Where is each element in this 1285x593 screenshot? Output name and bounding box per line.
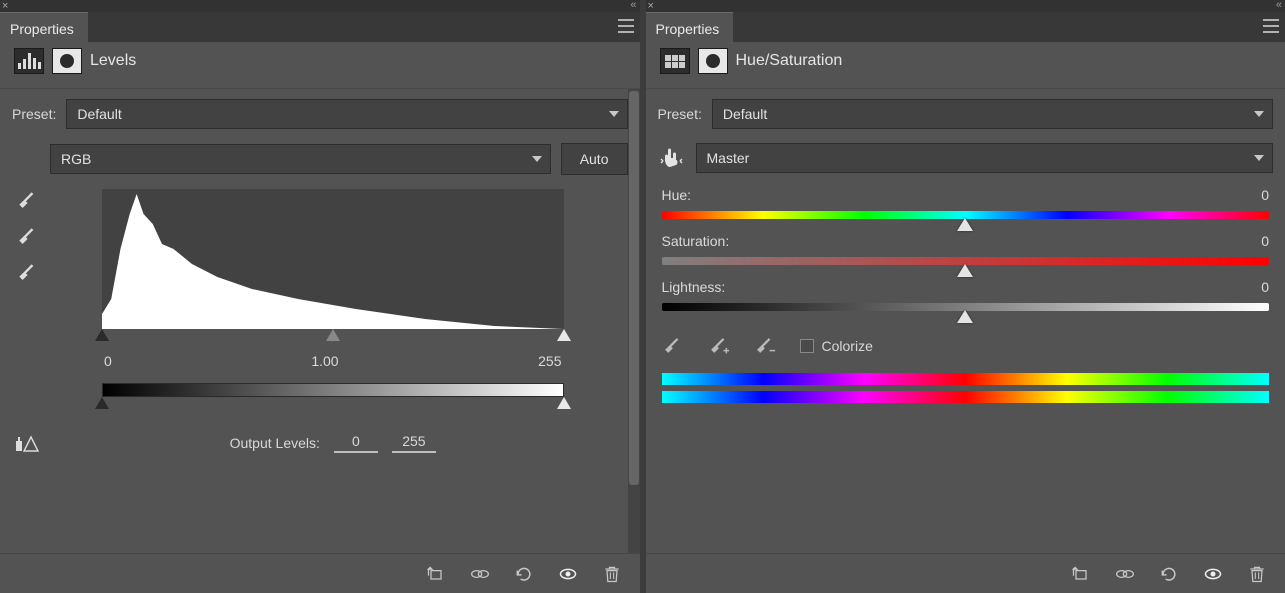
edit-select[interactable]: Master bbox=[696, 143, 1274, 173]
input-black-value[interactable]: 0 bbox=[104, 353, 112, 369]
preset-value: Default bbox=[723, 106, 767, 122]
tab-label: Properties bbox=[656, 21, 720, 37]
visibility-icon[interactable] bbox=[1201, 562, 1225, 586]
panel-topbar: × « bbox=[0, 0, 640, 12]
collapse-icon[interactable]: « bbox=[1276, 0, 1279, 11]
panel-menu-icon[interactable] bbox=[1261, 18, 1281, 34]
auto-button[interactable]: Auto bbox=[561, 143, 628, 175]
lightness-handle[interactable] bbox=[957, 310, 973, 323]
input-white-value[interactable]: 255 bbox=[538, 353, 561, 369]
output-white-handle[interactable] bbox=[557, 397, 571, 409]
lightness-slider[interactable] bbox=[662, 303, 1270, 311]
input-gamma-value[interactable]: 1.00 bbox=[311, 353, 338, 369]
panel-menu-icon[interactable] bbox=[616, 18, 636, 34]
chevron-down-icon bbox=[609, 111, 619, 117]
hue-bar-bottom[interactable] bbox=[662, 391, 1270, 403]
chevron-down-icon bbox=[532, 156, 542, 162]
clip-warning-icon[interactable] bbox=[14, 435, 40, 453]
close-icon[interactable]: × bbox=[2, 1, 8, 12]
input-slider[interactable] bbox=[102, 329, 564, 347]
eyedropper-subtract-icon[interactable] bbox=[754, 335, 776, 357]
eyedropper-white-icon[interactable] bbox=[16, 261, 38, 283]
eyedropper-icon[interactable] bbox=[662, 335, 684, 357]
reset-icon[interactable] bbox=[1157, 562, 1181, 586]
output-slider[interactable] bbox=[102, 397, 564, 415]
saturation-handle[interactable] bbox=[957, 264, 973, 277]
panel-footer bbox=[646, 553, 1285, 593]
preset-select[interactable]: Default bbox=[66, 99, 627, 129]
output-gradient bbox=[102, 383, 564, 397]
clip-to-layer-icon[interactable] bbox=[424, 562, 448, 586]
input-gamma-handle[interactable] bbox=[326, 329, 340, 341]
hue-handle[interactable] bbox=[957, 218, 973, 231]
preset-label: Preset: bbox=[658, 106, 702, 122]
colorize-checkbox[interactable] bbox=[800, 339, 814, 353]
hue-saturation-panel: × « Properties Hue/Saturation Preset: De… bbox=[646, 0, 1285, 593]
hue-value[interactable]: 0 bbox=[1261, 187, 1269, 203]
adjustment-title: Hue/Saturation bbox=[736, 52, 843, 70]
panel-body: Preset: Default Master Hue: 0 bbox=[646, 89, 1285, 553]
color-range-bars bbox=[658, 373, 1274, 403]
preset-label: Preset: bbox=[12, 106, 56, 122]
hue-slider[interactable] bbox=[662, 211, 1270, 219]
output-white-value[interactable]: 255 bbox=[392, 433, 436, 453]
hue-saturation-adjustment-icon bbox=[660, 48, 690, 74]
tab-bar: Properties bbox=[0, 12, 640, 42]
chevron-down-icon bbox=[1254, 155, 1264, 161]
collapse-icon[interactable]: « bbox=[630, 0, 633, 11]
panel-body: Preset: Default RGB Auto bbox=[0, 89, 640, 553]
layer-mask-icon[interactable] bbox=[698, 48, 728, 74]
eyedropper-black-icon[interactable] bbox=[16, 189, 38, 211]
colorize-label: Colorize bbox=[822, 338, 873, 354]
channel-value: RGB bbox=[61, 151, 91, 167]
adjustment-title: Levels bbox=[90, 52, 136, 70]
output-black-value[interactable]: 0 bbox=[334, 433, 378, 453]
hue-label: Hue: bbox=[662, 187, 692, 203]
scrollbar[interactable] bbox=[628, 89, 640, 553]
input-white-handle[interactable] bbox=[557, 329, 571, 341]
levels-panel: × « Properties Levels Preset: Default bbox=[0, 0, 640, 593]
input-black-handle[interactable] bbox=[95, 329, 109, 341]
tab-properties[interactable]: Properties bbox=[646, 12, 734, 42]
panel-footer bbox=[0, 553, 640, 593]
saturation-slider[interactable] bbox=[662, 257, 1270, 265]
targeted-adjustment-icon[interactable] bbox=[658, 144, 686, 172]
visibility-icon[interactable] bbox=[556, 562, 580, 586]
panel-topbar: × « bbox=[646, 0, 1285, 12]
tab-label: Properties bbox=[10, 21, 74, 37]
preset-value: Default bbox=[77, 106, 121, 122]
histogram bbox=[102, 189, 564, 329]
output-black-handle[interactable] bbox=[95, 397, 109, 409]
reset-icon[interactable] bbox=[512, 562, 536, 586]
saturation-label: Saturation: bbox=[662, 233, 730, 249]
delete-icon[interactable] bbox=[1245, 562, 1269, 586]
edit-value: Master bbox=[707, 150, 750, 166]
levels-adjustment-icon bbox=[14, 48, 44, 74]
tab-properties[interactable]: Properties bbox=[0, 12, 88, 42]
clip-to-layer-icon[interactable] bbox=[1069, 562, 1093, 586]
chevron-down-icon bbox=[1254, 111, 1264, 117]
lightness-label: Lightness: bbox=[662, 279, 726, 295]
eyedropper-add-icon[interactable] bbox=[708, 335, 730, 357]
close-icon[interactable]: × bbox=[648, 1, 654, 12]
preset-select[interactable]: Default bbox=[712, 99, 1273, 129]
view-previous-icon[interactable] bbox=[1113, 562, 1137, 586]
hue-bar-top[interactable] bbox=[662, 373, 1270, 385]
layer-mask-icon[interactable] bbox=[52, 48, 82, 74]
delete-icon[interactable] bbox=[600, 562, 624, 586]
lightness-value[interactable]: 0 bbox=[1261, 279, 1269, 295]
auto-label: Auto bbox=[580, 151, 609, 167]
view-previous-icon[interactable] bbox=[468, 562, 492, 586]
output-label: Output Levels: bbox=[230, 435, 320, 451]
channel-select[interactable]: RGB bbox=[50, 144, 551, 174]
tab-bar: Properties bbox=[646, 12, 1285, 42]
saturation-value[interactable]: 0 bbox=[1261, 233, 1269, 249]
eyedropper-gray-icon[interactable] bbox=[16, 225, 38, 247]
